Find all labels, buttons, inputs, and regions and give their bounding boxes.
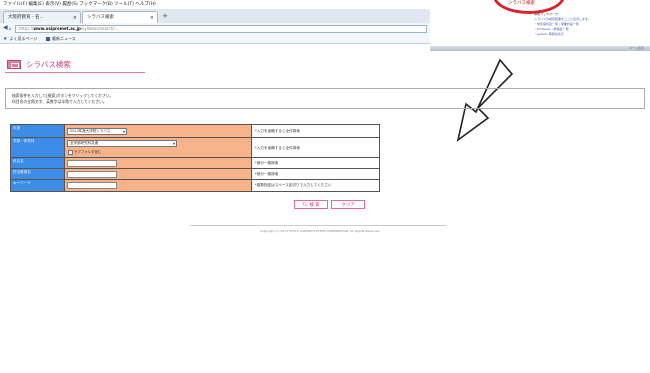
instruction-line-2: 科目名の全角文字、英数字は半角で入力してください。 bbox=[12, 99, 107, 104]
bookmark-2[interactable]: 最新ニュース bbox=[46, 34, 76, 43]
star-icon: ★ bbox=[3, 35, 8, 42]
instructions-box: 検索条件を入力して[検索]ボタンをクリックしてください。 科目名の全角文字、英数… bbox=[5, 88, 645, 109]
subfolder-checkbox-label: サブフォルダ含む bbox=[74, 150, 102, 154]
teacher-label: 担当教員名 bbox=[11, 169, 65, 179]
faculty-note: *入力を省略すると全件検索 bbox=[255, 146, 300, 150]
overlay-line-2: シラバスの検索結果をここに表示します。 bbox=[534, 17, 591, 21]
keyword-label: キーワード bbox=[11, 180, 65, 191]
tab-2-label: シラバス検索 bbox=[87, 15, 114, 20]
faculty-select[interactable]: 全学部研究科共通 ▾ bbox=[67, 140, 177, 147]
course-label: 科目名 bbox=[11, 158, 65, 168]
tab-2[interactable]: シラバス検索 × bbox=[82, 11, 158, 23]
bookmarks-bar: ★ よく見るページ 最新ニュース bbox=[0, 34, 430, 44]
teacher-note: *部分一致検索 bbox=[255, 172, 279, 176]
home-icon[interactable]: ⌂ bbox=[9, 26, 12, 31]
nav-bar: ◀ ⌂ https://www.osipromet.ac.jp/syllabus… bbox=[0, 23, 430, 34]
url-host: www.osipromet.ac.jp bbox=[33, 25, 81, 31]
overlay-line-1: 情報ブックマーク bbox=[534, 12, 559, 16]
page-title: シラバス検索 bbox=[26, 60, 71, 69]
year-note: *入力を省略すると全件検索 bbox=[255, 129, 300, 133]
chevron-down-icon: ▾ bbox=[122, 129, 125, 134]
page-header: シラバス検索 bbox=[5, 58, 145, 73]
menu-bar[interactable]: ファイル(F) 編集(E) 表示(V) 履歴(S) ブックマーク(B) ツール(… bbox=[0, 0, 430, 9]
copyright-text: Copyright (c) 2013 KYOTO GAKUEN SYSTEM C… bbox=[259, 229, 381, 233]
faculty-cell: 全学部研究科共通 ▾ サブフォルダ含む bbox=[65, 138, 252, 157]
overlay-line-4: ・Professor / 教員名一覧 bbox=[534, 27, 569, 31]
year-label: 年度 bbox=[11, 125, 65, 137]
year-select[interactable]: 2013年度大学院シラバス ▾ bbox=[67, 128, 127, 135]
search-icon: 🔍︎ bbox=[302, 203, 308, 208]
teacher-name-input[interactable] bbox=[67, 171, 117, 178]
highlight-text: シラバス検索 bbox=[508, 1, 535, 6]
year-cell: 2013年度大学院シラバス ▾ bbox=[65, 125, 252, 137]
keyword-note: *複数指定はスペース区切りで入力してください bbox=[255, 183, 332, 187]
search-form: 年度 2013年度大学院シラバス ▾ *入力を省略すると全件検索 学部・研究科 全… bbox=[10, 124, 380, 192]
bookmark-1-label: よく見るページ bbox=[9, 36, 38, 41]
subfolder-checkbox[interactable]: サブフォルダ含む bbox=[68, 149, 101, 155]
syllabus-icon bbox=[7, 60, 21, 69]
footer-divider bbox=[190, 225, 446, 226]
form-row-keyword: キーワード *複数指定はスペース区切りで入力してください bbox=[11, 180, 379, 191]
overlay-toolbar: ページ表示 bbox=[430, 46, 650, 51]
tab-close-icon[interactable]: × bbox=[73, 12, 77, 23]
teacher-cell bbox=[65, 169, 252, 179]
back-icon[interactable]: ◀ bbox=[3, 24, 8, 31]
overlay-toolbar-label: ページ表示 bbox=[629, 46, 644, 50]
year-select-value: 2013年度大学院シラバス bbox=[70, 129, 111, 133]
tab-1-label: 大阪府教育 - 名... bbox=[8, 15, 44, 20]
checkbox-icon bbox=[68, 149, 73, 155]
form-row-faculty: 学部・研究科 全学部研究科共通 ▾ サブフォルダ含む *入力を省略すると全件検索 bbox=[11, 138, 379, 158]
search-button[interactable]: 🔍︎ 検 索 bbox=[294, 200, 328, 209]
course-name-input[interactable] bbox=[67, 160, 117, 167]
rss-icon bbox=[46, 37, 50, 41]
form-row-teacher: 担当教員名 *部分一致検索 bbox=[11, 169, 379, 180]
overlay-excerpt: シラバス検索 情報ブックマーク シラバスの検索結果をここに表示します。 ・前年度… bbox=[430, 0, 650, 58]
course-cell bbox=[65, 158, 252, 168]
bookmark-2-label: 最新ニュース bbox=[52, 36, 76, 41]
bookmark-1[interactable]: ★ よく見るページ bbox=[3, 34, 37, 44]
tab-1[interactable]: 大阪府教育 - 名... × bbox=[3, 11, 81, 23]
faculty-select-value: 全学部研究科共通 bbox=[70, 141, 98, 145]
keyword-input[interactable] bbox=[67, 182, 117, 189]
search-button-label: 検 索 bbox=[309, 203, 320, 208]
course-note: *部分一致検索 bbox=[255, 161, 279, 165]
overlay-line-3: ・前年度科目一覧 / 授業計画一覧 bbox=[534, 22, 579, 26]
chevron-down-icon: ▾ bbox=[172, 141, 175, 146]
overlay-line-5: ・system 時間割表示 bbox=[534, 32, 564, 36]
clear-button-label: クリア bbox=[341, 203, 355, 208]
faculty-label: 学部・研究科 bbox=[11, 138, 65, 157]
keyword-cell bbox=[65, 180, 252, 191]
title-underline bbox=[5, 72, 145, 73]
form-row-year: 年度 2013年度大学院シラバス ▾ *入力を省略すると全件検索 bbox=[11, 125, 379, 138]
tab-close-icon[interactable]: × bbox=[150, 12, 154, 23]
clear-button[interactable]: クリア bbox=[331, 200, 365, 209]
url-bar[interactable]: https://www.osipromet.ac.jp/syllabus/sea… bbox=[15, 24, 427, 33]
new-tab-icon[interactable]: + bbox=[160, 12, 170, 21]
form-row-course: 科目名 *部分一致検索 bbox=[11, 158, 379, 169]
tab-strip: 大阪府教育 - 名... × シラバス検索 × + bbox=[0, 9, 430, 23]
